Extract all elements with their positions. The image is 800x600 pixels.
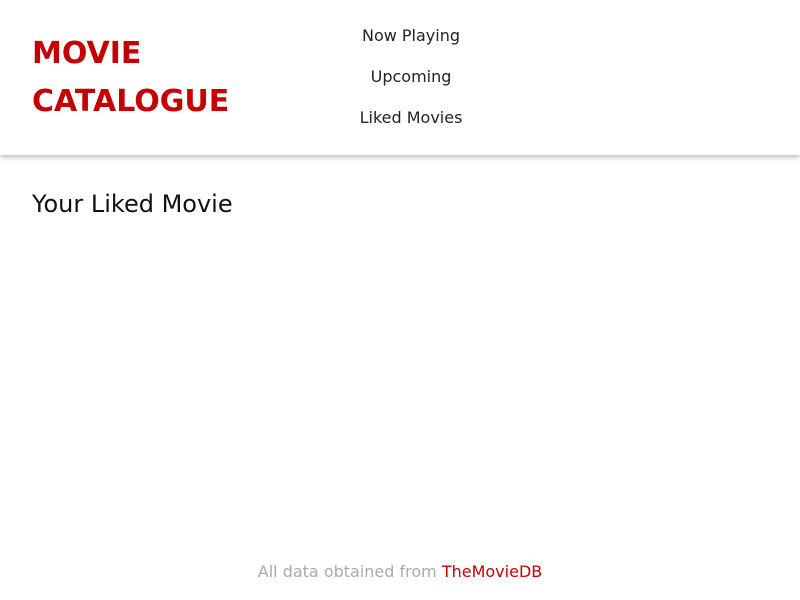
app-title: MOVIE CATALOGUE — [32, 30, 292, 126]
nav-list-item: Upcoming — [311, 63, 511, 104]
nav-list: Now Playing Upcoming Liked Movies — [311, 22, 511, 145]
themoviedb-link[interactable]: TheMovieDB — [442, 562, 542, 581]
nav-list-item: Liked Movies — [311, 104, 511, 145]
app-header: MOVIE CATALOGUE Now Playing Upcoming Lik… — [0, 0, 800, 155]
footer: All data obtained from TheMovieDB — [0, 560, 800, 584]
nav-liked-movies-link[interactable]: Liked Movies — [311, 104, 511, 145]
nav-list-item: Now Playing — [311, 22, 511, 63]
nav-now-playing-link[interactable]: Now Playing — [311, 22, 511, 63]
app-title-line-2: CATALOGUE — [32, 84, 230, 119]
page-title: Your Liked Movie — [32, 190, 233, 218]
app-title-line-1: MOVIE — [32, 36, 142, 71]
footer-text: All data obtained from — [257, 562, 442, 581]
main-content: Your Liked Movie — [32, 186, 768, 506]
nav-upcoming-link[interactable]: Upcoming — [311, 63, 511, 104]
liked-movie-list — [32, 238, 768, 438]
